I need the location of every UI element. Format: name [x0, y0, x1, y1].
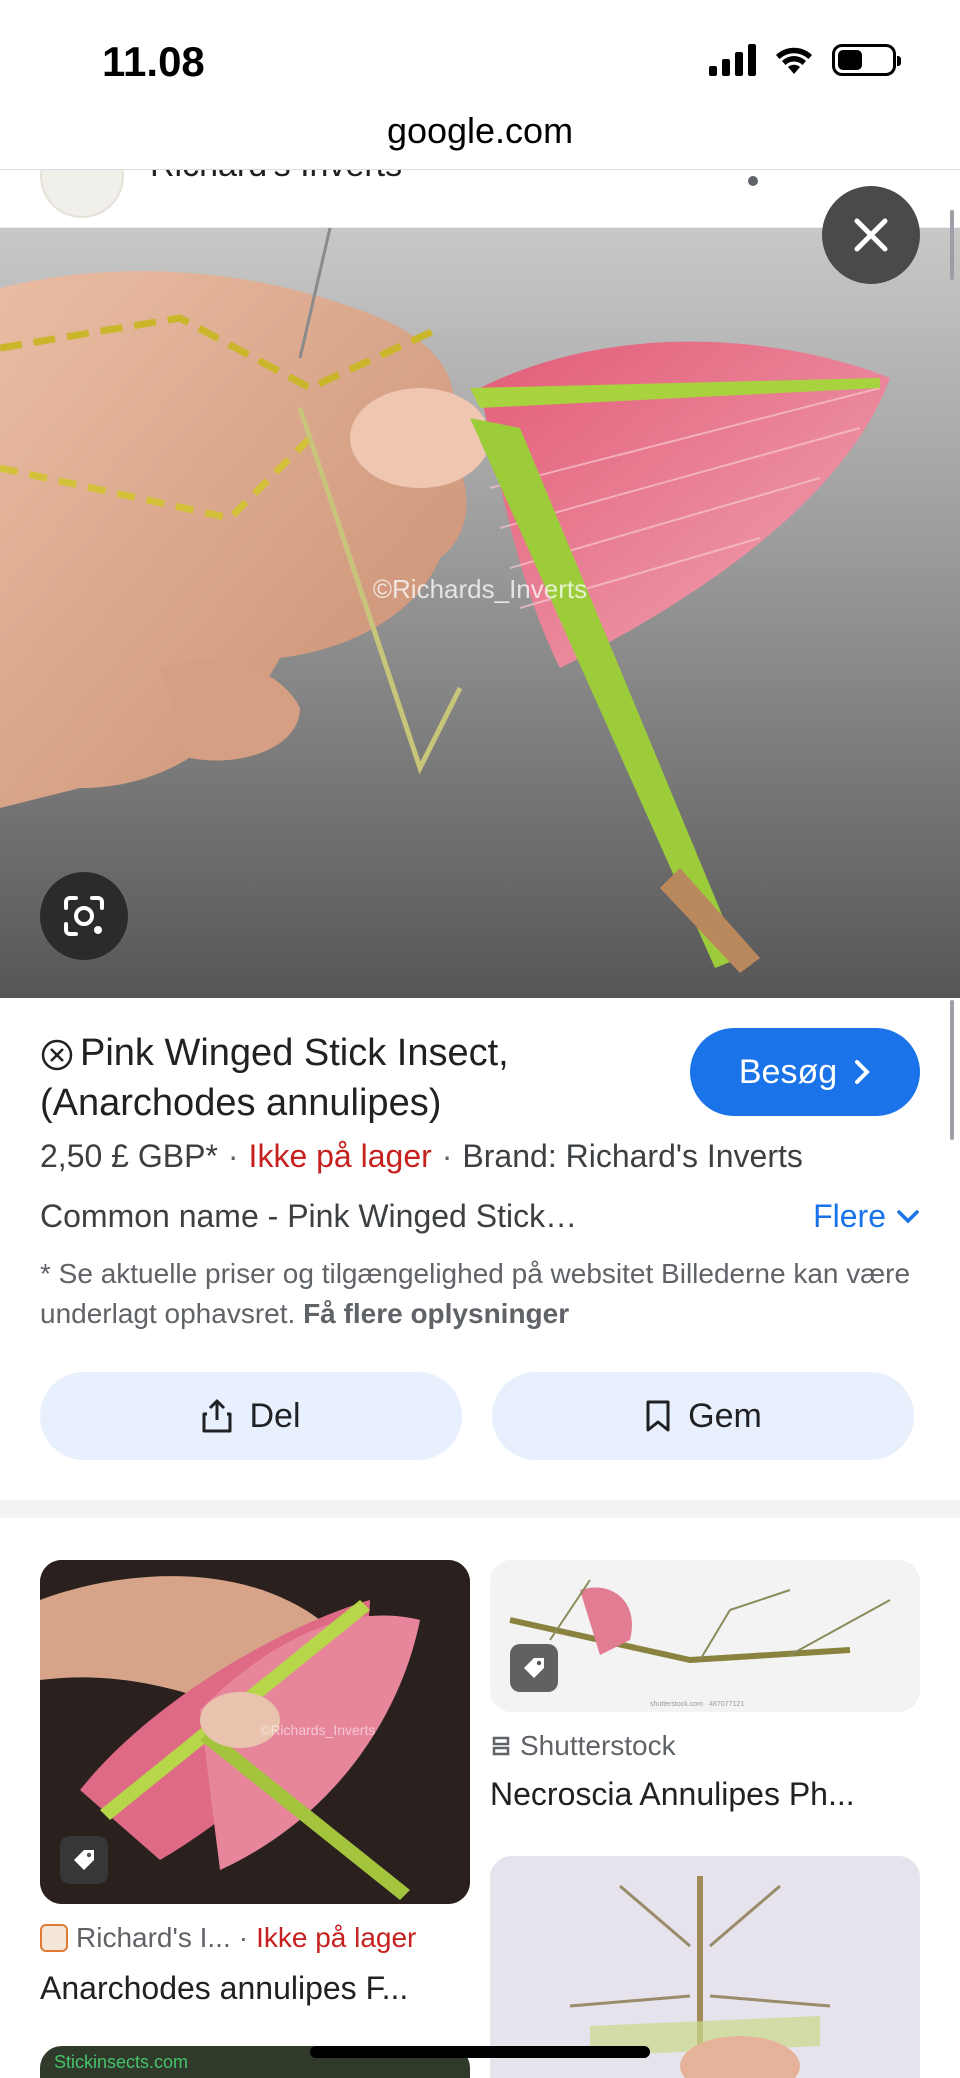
url-text: google.com — [386, 110, 574, 151]
shopping-tag-icon — [510, 1644, 558, 1692]
more-label: Flere — [813, 1198, 886, 1234]
stock-status: Ikke på lager — [248, 1138, 432, 1174]
main-image[interactable]: ©Richards_Inverts — [0, 228, 960, 998]
chevron-down-icon — [897, 1209, 919, 1223]
image-watermark: ©Richards_Inverts — [373, 574, 587, 604]
source-name: Richard's Inverts — [150, 170, 402, 185]
save-button[interactable]: Gem — [492, 1372, 914, 1460]
related-watermark-2: shutterstock.com · 487077121 — [650, 1701, 744, 1708]
related-source-name-1: Richard's I... — [76, 1922, 231, 1953]
product-title-text: Pink Winged Stick Insect, (Anarchodes an… — [40, 1032, 509, 1124]
related-stock-1: Ikke på lager — [256, 1922, 417, 1953]
section-divider — [0, 1500, 960, 1518]
source-avatar — [40, 170, 124, 218]
related-watermark-4: Stickinsects.com — [54, 2052, 189, 2072]
chevron-right-icon — [855, 1060, 870, 1084]
source-header[interactable]: Richard's Inverts — [0, 170, 960, 228]
product-title-block: Pink Winged Stick Insect, (Anarchodes an… — [40, 1028, 680, 1128]
more-info-link[interactable]: Få flere oplysninger — [303, 1298, 569, 1329]
status-bar: 11.08 — [0, 0, 960, 118]
related-image-3[interactable] — [490, 1856, 920, 2078]
related-source-2[interactable]: Shutterstock — [490, 1730, 676, 1762]
save-label: Gem — [688, 1396, 762, 1435]
visit-label: Besøg — [738, 1052, 838, 1091]
more-button[interactable]: Flere — [813, 1198, 920, 1235]
related-image-1[interactable]: ©Richards_Inverts — [40, 1560, 470, 1904]
close-button[interactable] — [822, 186, 920, 284]
share-button[interactable]: Del — [40, 1372, 462, 1460]
lens-button[interactable] — [40, 872, 128, 960]
cellular-signal-icon — [709, 44, 756, 76]
google-lens-icon — [64, 896, 104, 936]
disclaimer: * Se aktuelle priser og tilgængelighed p… — [40, 1254, 920, 1334]
visit-button[interactable]: Besøg — [690, 1028, 920, 1116]
brand: Brand: Richard's Inverts — [462, 1138, 803, 1174]
shopping-tag-icon — [60, 1836, 108, 1884]
price: 2,50 £ GBP* — [40, 1138, 218, 1174]
battery-icon — [832, 44, 901, 76]
more-options-icon[interactable] — [748, 176, 758, 186]
description-row: Common name - Pink Winged Stick… Flere — [40, 1198, 920, 1235]
related-watermark-1: ©Richards_Inverts — [260, 1722, 375, 1738]
home-indicator[interactable] — [310, 2046, 650, 2058]
related-source-1[interactable]: Richard's I... · Ikke på lager — [40, 1922, 416, 1954]
description: Common name - Pink Winged Stick… — [40, 1198, 578, 1234]
status-time: 11.08 — [102, 38, 205, 85]
related-source-name-2: Shutterstock — [520, 1730, 676, 1761]
related-image-2[interactable]: shutterstock.com · 487077121 — [490, 1560, 920, 1712]
wifi-icon — [776, 47, 812, 74]
url-bar[interactable]: google.com — [0, 110, 960, 170]
share-icon — [202, 1399, 232, 1433]
product-meta: 2,50 £ GBP* · Ikke på lager · Brand: Richard… — [40, 1138, 803, 1174]
scrollbar[interactable] — [950, 1000, 954, 1140]
source-favicon — [40, 1924, 68, 1952]
scrollbar-top[interactable] — [950, 210, 954, 280]
bookmark-icon — [646, 1400, 670, 1432]
circle-x-icon — [41, 1039, 73, 1071]
close-icon — [854, 218, 888, 252]
share-label: Del — [249, 1396, 301, 1435]
shutterstock-icon — [492, 1736, 510, 1756]
related-title-1[interactable]: Anarchodes annulipes F... — [40, 1970, 408, 2007]
stick-insect-photo: ©Richards_Inverts — [0, 228, 960, 998]
product-title: Pink Winged Stick Insect, (Anarchodes an… — [40, 1028, 680, 1128]
status-icons — [709, 44, 901, 76]
related-photo-3 — [490, 1856, 920, 2078]
related-title-2[interactable]: Necroscia Annulipes Ph... — [490, 1776, 855, 1813]
